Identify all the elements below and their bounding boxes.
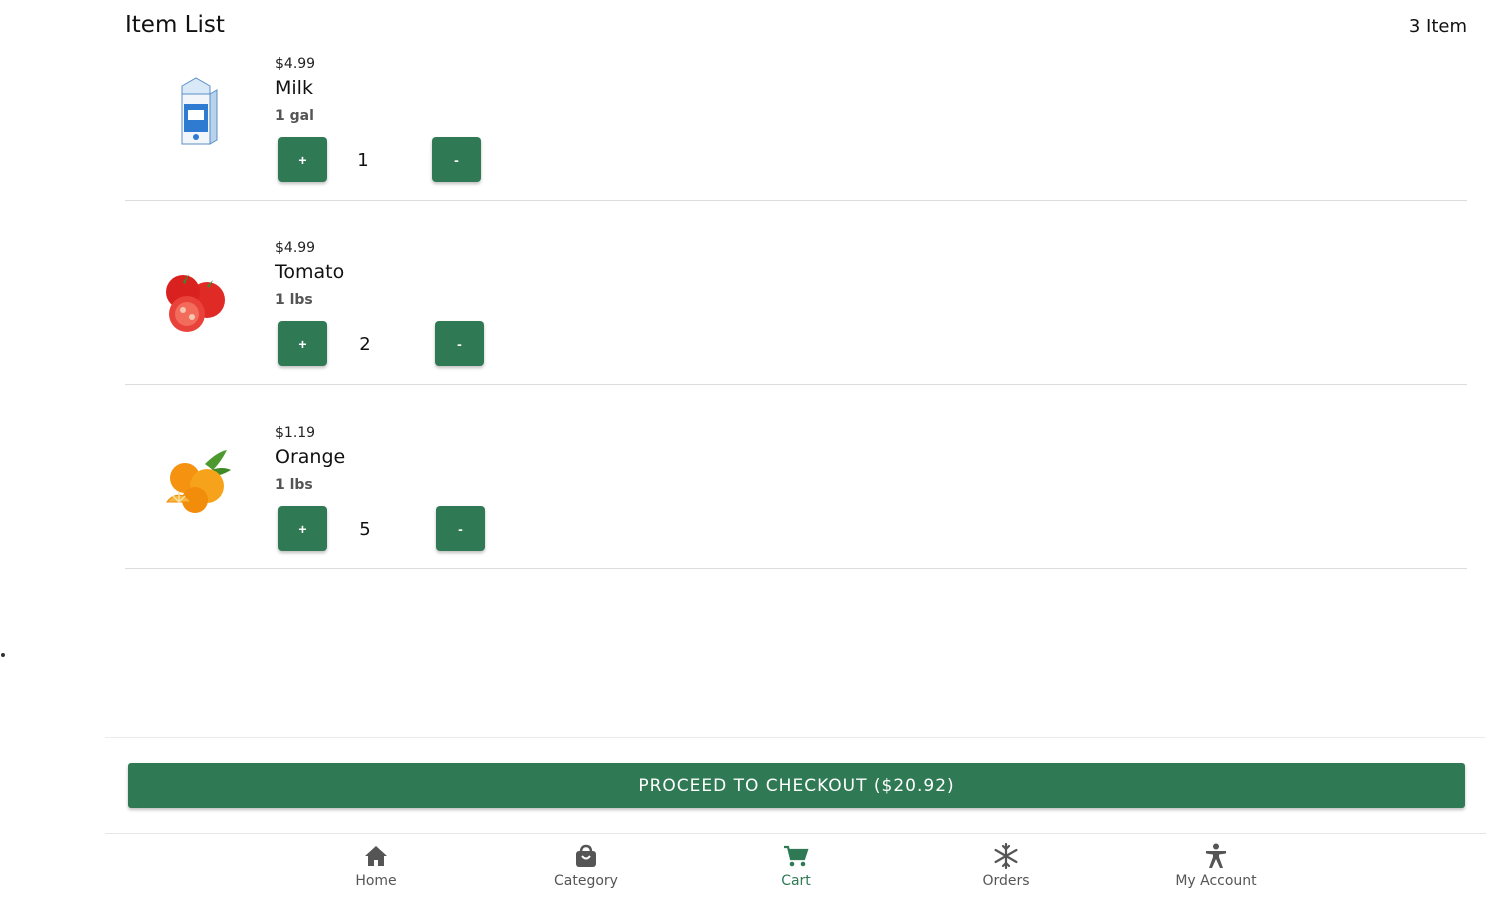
item-price: $4.99 [275,56,316,72]
bottom-nav: Home Category Cart Orders My Account [105,834,1486,900]
list-header: Item List 3 Item [125,12,1467,46]
tomato-image [155,258,237,340]
proceed-to-checkout-button[interactable]: PROCEED TO CHECKOUT ($20.92) [128,763,1465,808]
nav-label: Home [355,873,397,889]
accessibility-icon [1206,843,1226,868]
page-title: Item List [125,12,225,38]
quantity-value: 2 [359,334,371,355]
nav-item-cart[interactable]: Cart [726,842,866,889]
nav-item-orders[interactable]: Orders [936,842,1076,889]
quantity-value: 5 [359,519,371,540]
item-name: Orange [275,446,346,468]
item-unit: 1 lbs [275,477,313,493]
item-price: $4.99 [275,240,316,256]
item-name: Milk [275,77,313,99]
decrease-quantity-button[interactable]: - [432,137,481,182]
nav-label: Cart [781,873,811,889]
footer-divider [105,737,1486,738]
increase-quantity-button[interactable]: + [278,137,327,182]
item-unit: 1 lbs [275,292,313,308]
cart-item-orange: $1.19 Orange 1 lbs + 5 - [125,385,1467,569]
nav-item-home[interactable]: Home [306,842,446,889]
snowflake-icon [994,842,1018,870]
home-icon [365,846,387,866]
cart-item-list: $4.99 Milk 1 gal + 1 - $4.99 Tomato 1 lb… [125,50,1467,569]
increase-quantity-button[interactable]: + [278,321,327,366]
orange-image [155,442,237,524]
cart-item-tomato: $4.99 Tomato 1 lbs + 2 - [125,201,1467,385]
decrease-quantity-button[interactable]: - [436,506,485,551]
increase-quantity-button[interactable]: + [278,506,327,551]
nav-item-category[interactable]: Category [516,842,656,889]
cart-icon [784,845,809,867]
shopping-bag-icon [576,844,596,867]
item-name: Tomato [275,261,345,283]
nav-label: Category [554,873,618,889]
cart-item-milk: $4.99 Milk 1 gal + 1 - [125,50,1467,201]
milk-carton-image [155,70,237,152]
nav-label: My Account [1175,873,1257,889]
item-count: 3 Item [1408,16,1467,37]
nav-label: Orders [982,873,1030,889]
item-price: $1.19 [275,425,316,441]
item-unit: 1 gal [275,108,314,124]
stray-dot [1,653,5,657]
nav-item-my-account[interactable]: My Account [1146,842,1286,889]
decrease-quantity-button[interactable]: - [435,321,484,366]
quantity-value: 1 [357,150,369,171]
